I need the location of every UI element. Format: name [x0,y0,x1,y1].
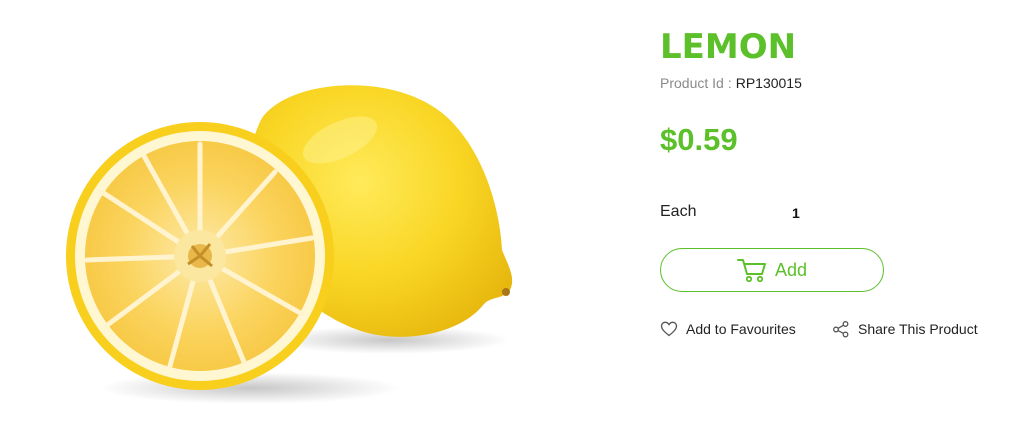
share-product-label: Share This Product [858,321,978,337]
product-title: Lemon [660,27,797,67]
cart-icon [736,257,767,283]
add-to-cart-button[interactable]: Add [660,248,884,292]
product-id: Product Id: RP130015 [660,74,802,92]
heart-icon [660,320,678,338]
lemon-image [66,85,513,404]
product-image [40,60,600,420]
product-id-value: RP130015 [735,75,802,91]
add-to-favourites-link[interactable]: Add to Favourites [660,320,796,338]
unit-label: Each [660,203,697,220]
quantity-value[interactable]: 1 [792,203,800,223]
share-product-link[interactable]: Share This Product [832,320,978,338]
unit-quantity-row: Each 1 [660,202,860,222]
product-id-label: Product Id [660,75,724,91]
product-price: $0.59 [660,122,738,157]
add-button-label: Add [774,259,808,280]
product-actions: Add to Favourites Share This Product [660,320,1000,340]
share-icon [832,320,850,338]
add-to-favourites-label: Add to Favourites [686,321,796,337]
product-id-separator: : [727,75,732,91]
